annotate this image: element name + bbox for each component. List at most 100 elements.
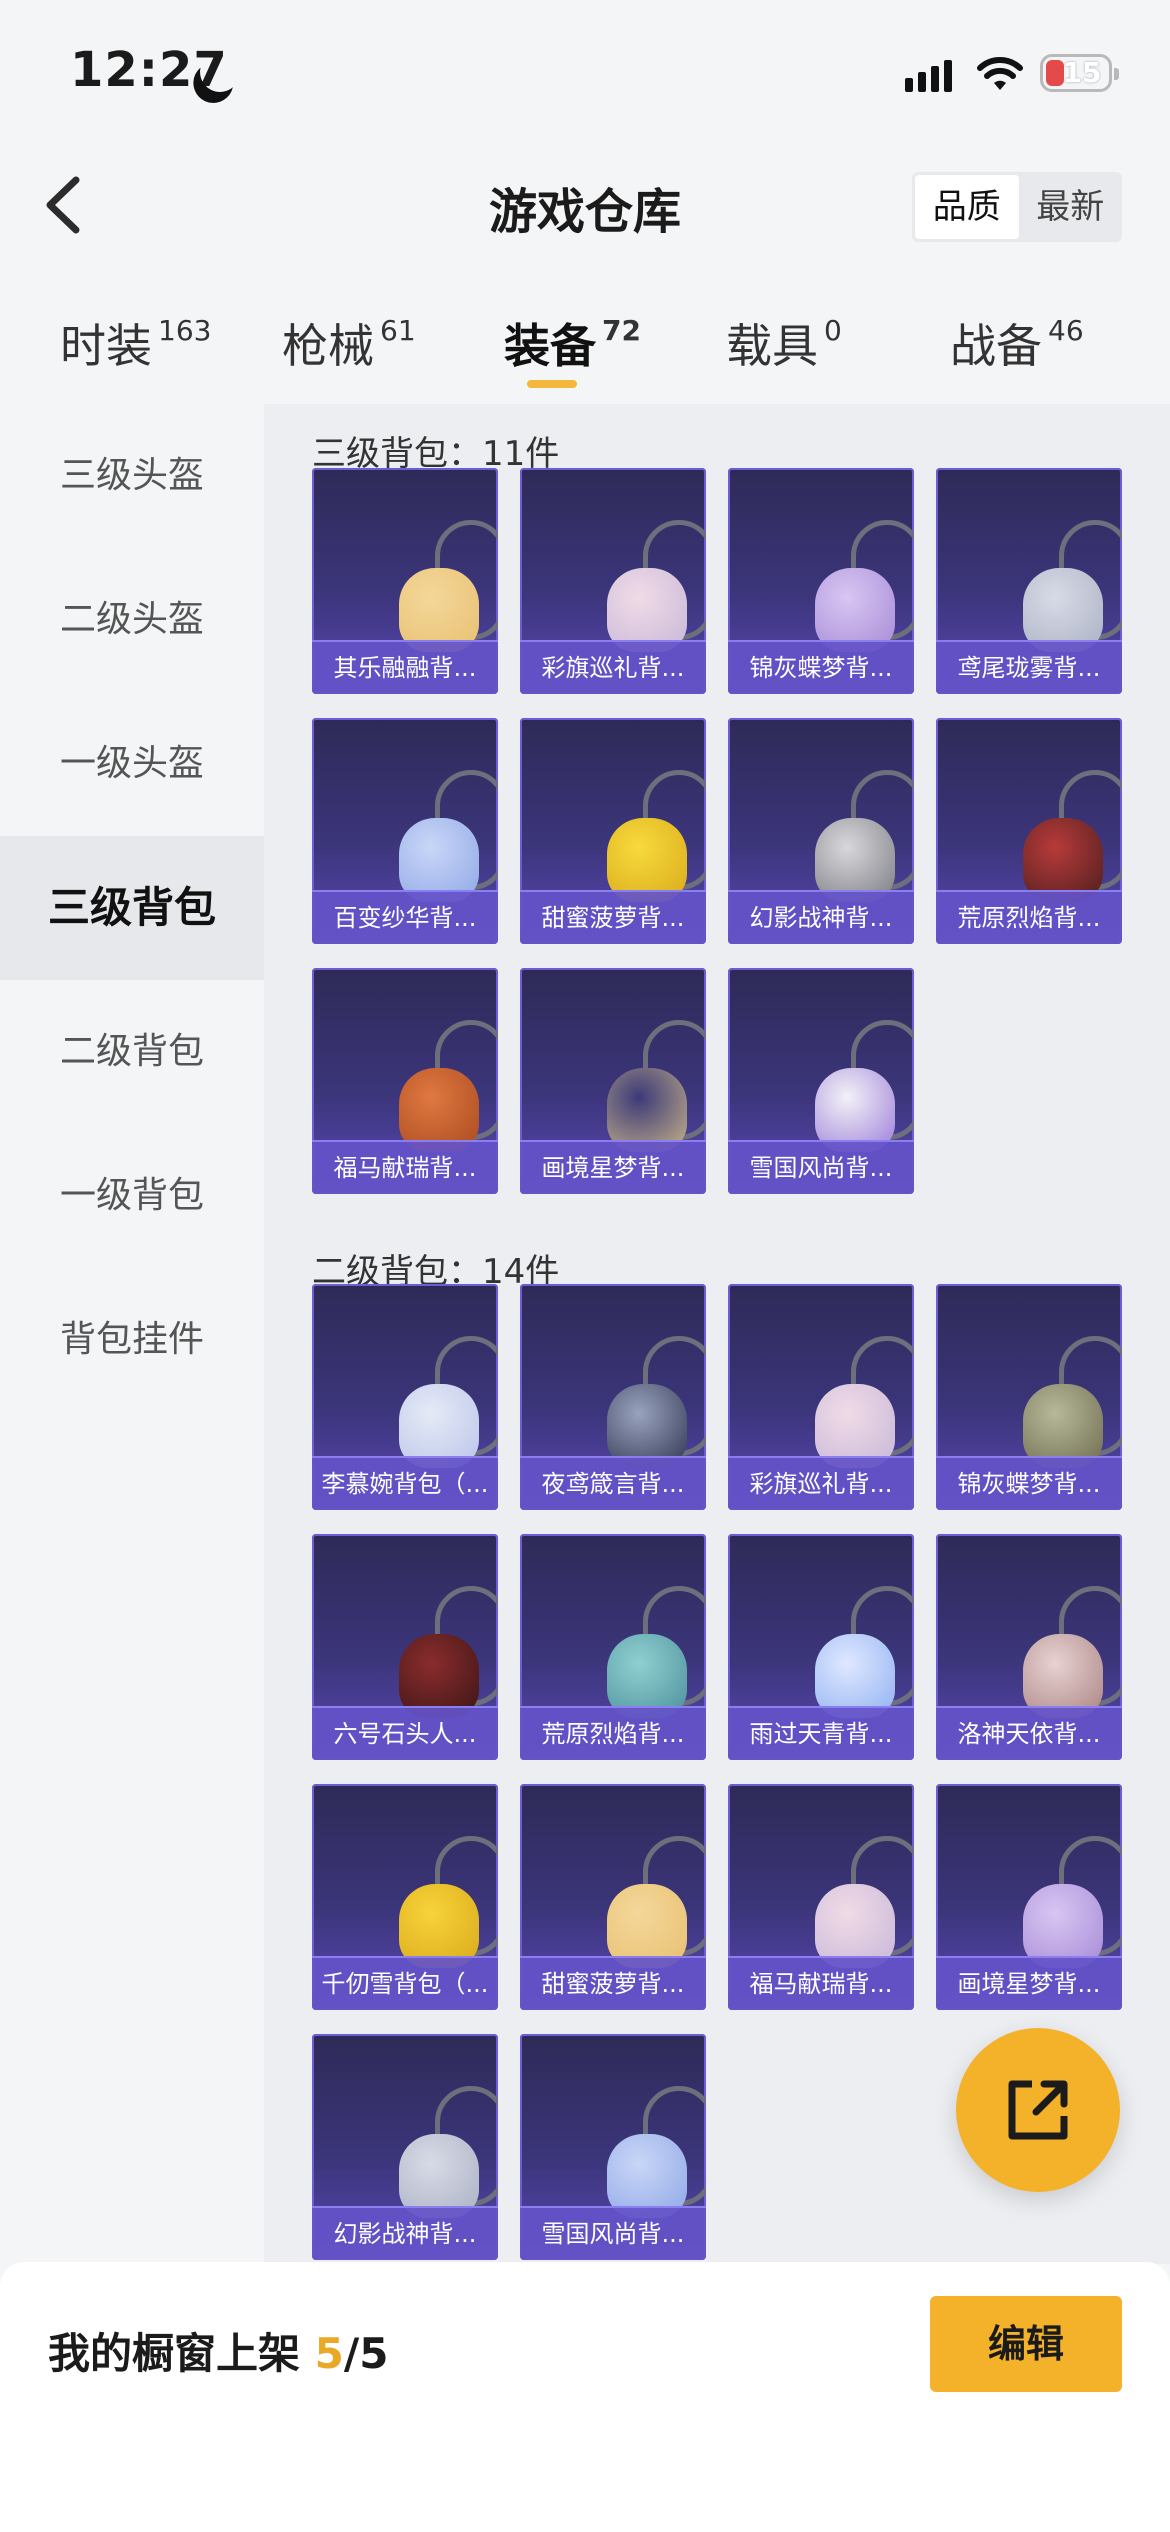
sidebar-item-helmet-lv1[interactable]: 一级头盔 (0, 692, 264, 836)
backpack-icon (357, 998, 498, 1152)
edit-button[interactable]: 编辑 (930, 2296, 1122, 2392)
sort-quality-button[interactable]: 品质 (915, 175, 1019, 239)
item-card[interactable]: 幻影战神背... (312, 2034, 498, 2260)
backpack-icon (981, 1814, 1122, 1968)
sort-newest-button[interactable]: 最新 (1019, 175, 1123, 239)
item-grid-area: 三级背包：11件 二级背包：14件 其乐融融背... 彩旗巡礼背... 锦灰蝶梦背.… (264, 404, 1170, 2264)
backpack-icon (773, 1564, 914, 1718)
backpack-icon (773, 498, 914, 652)
item-name: 幻影战神背... (728, 890, 914, 944)
backpack-icon (357, 2064, 498, 2218)
item-card[interactable]: 百变纱华背... (312, 718, 498, 944)
tab-equipment[interactable]: 装备 72 (504, 310, 641, 376)
item-card[interactable]: 夜鸢箴言背... (520, 1284, 706, 1510)
item-card[interactable]: 鸢尾珑雾背... (936, 468, 1122, 694)
item-card[interactable]: 雪国风尚背... (520, 2034, 706, 2260)
backpack-icon (565, 1814, 706, 1968)
sidebar-item-helmet-lv3[interactable]: 三级头盔 (0, 404, 264, 548)
share-button[interactable] (956, 2028, 1120, 2192)
backpack-icon (773, 998, 914, 1152)
item-name: 其乐融融背... (312, 640, 498, 694)
backpack-icon (357, 498, 498, 652)
item-card[interactable]: 千仞雪背包（... (312, 1784, 498, 2010)
tab-vehicles[interactable]: 载具 0 (726, 310, 842, 376)
item-card[interactable]: 锦灰蝶梦背... (728, 468, 914, 694)
item-name: 雪国风尚背... (728, 1140, 914, 1194)
sidebar-item-backpack-lv3[interactable]: 三级背包 (0, 836, 264, 980)
item-card[interactable]: 彩旗巡礼背... (520, 468, 706, 694)
item-card[interactable]: 荒原烈焰背... (936, 718, 1122, 944)
active-tab-indicator (527, 380, 577, 388)
item-name: 锦灰蝶梦背... (728, 640, 914, 694)
cellular-signal-icon (905, 60, 952, 92)
backpack-icon (981, 748, 1122, 902)
item-card[interactable]: 雪国风尚背... (728, 968, 914, 1194)
backpack-icon (565, 2064, 706, 2218)
item-name: 画境星梦背... (936, 1956, 1122, 2010)
status-bar: 12:27 15 (0, 0, 1170, 140)
item-name: 画境星梦背... (520, 1140, 706, 1194)
item-name: 锦灰蝶梦背... (936, 1456, 1122, 1510)
bottom-bar: 我的橱窗上架 5/5 编辑 (0, 2262, 1170, 2532)
item-card[interactable]: 李慕婉背包（... (312, 1284, 498, 1510)
item-card[interactable]: 六号石头人... (312, 1534, 498, 1760)
backpack-icon (357, 1564, 498, 1718)
share-icon (1008, 2080, 1068, 2140)
tab-firearms[interactable]: 枪械 61 (282, 310, 416, 376)
item-name: 荒原烈焰背... (520, 1706, 706, 1760)
item-card[interactable]: 洛神天依背... (936, 1534, 1122, 1760)
item-name: 福马献瑞背... (312, 1140, 498, 1194)
sidebar-item-backpack-charm[interactable]: 背包挂件 (0, 1268, 264, 1412)
item-name: 洛神天依背... (936, 1706, 1122, 1760)
sort-toggle: 品质 最新 (912, 172, 1122, 242)
item-name: 六号石头人... (312, 1706, 498, 1760)
item-name: 幻影战神背... (312, 2206, 498, 2260)
backpack-icon (357, 1814, 498, 1968)
item-card[interactable]: 画境星梦背... (520, 968, 706, 1194)
backpack-icon (565, 748, 706, 902)
item-card[interactable]: 锦灰蝶梦背... (936, 1284, 1122, 1510)
backpack-icon (565, 1314, 706, 1468)
wifi-icon (977, 57, 1023, 90)
battery-level: 15 (1062, 56, 1102, 89)
backpack-icon (981, 498, 1122, 652)
item-card[interactable]: 彩旗巡礼背... (728, 1284, 914, 1510)
item-name: 百变纱华背... (312, 890, 498, 944)
backpack-icon (773, 1314, 914, 1468)
backpack-icon (773, 1814, 914, 1968)
battery-icon: 15 (1040, 54, 1119, 92)
backpack-icon (565, 1564, 706, 1718)
item-card[interactable]: 画境星梦背... (936, 1784, 1122, 2010)
item-card[interactable]: 幻影战神背... (728, 718, 914, 944)
item-card[interactable]: 荒原烈焰背... (520, 1534, 706, 1760)
backpack-icon (773, 748, 914, 902)
sidebar-item-backpack-lv1[interactable]: 一级背包 (0, 1124, 264, 1268)
item-name: 彩旗巡礼背... (728, 1456, 914, 1510)
showcase-total: /5 (343, 2329, 389, 2378)
backpack-icon (565, 498, 706, 652)
showcase-label: 我的橱窗上架 5/5 (48, 2329, 389, 2378)
item-name: 夜鸢箴言背... (520, 1456, 706, 1510)
backpack-icon (357, 1314, 498, 1468)
item-name: 福马献瑞背... (728, 1956, 914, 2010)
tab-fashion[interactable]: 时装 163 (60, 310, 211, 376)
sidebar-item-backpack-lv2[interactable]: 二级背包 (0, 980, 264, 1124)
item-name: 雪国风尚背... (520, 2206, 706, 2260)
tab-supplies[interactable]: 战备 46 (950, 310, 1084, 376)
category-tabs: 时装 163 枪械 61 装备 72 载具 0 战备 46 (0, 300, 1170, 400)
item-name: 甜蜜菠萝背... (520, 890, 706, 944)
item-card[interactable]: 甜蜜菠萝背... (520, 718, 706, 944)
item-card[interactable]: 雨过天青背... (728, 1534, 914, 1760)
backpack-icon (981, 1314, 1122, 1468)
item-name: 彩旗巡礼背... (520, 640, 706, 694)
sidebar: 三级头盔 二级头盔 一级头盔 三级背包 二级背包 一级背包 背包挂件 (0, 404, 264, 2264)
item-card[interactable]: 甜蜜菠萝背... (520, 1784, 706, 2010)
item-name: 甜蜜菠萝背... (520, 1956, 706, 2010)
item-name: 雨过天青背... (728, 1706, 914, 1760)
item-name: 荒原烈焰背... (936, 890, 1122, 944)
item-card[interactable]: 其乐融融背... (312, 468, 498, 694)
item-card[interactable]: 福马献瑞背... (312, 968, 498, 1194)
item-card[interactable]: 福马献瑞背... (728, 1784, 914, 2010)
item-name: 千仞雪背包（... (312, 1956, 498, 2010)
sidebar-item-helmet-lv2[interactable]: 二级头盔 (0, 548, 264, 692)
